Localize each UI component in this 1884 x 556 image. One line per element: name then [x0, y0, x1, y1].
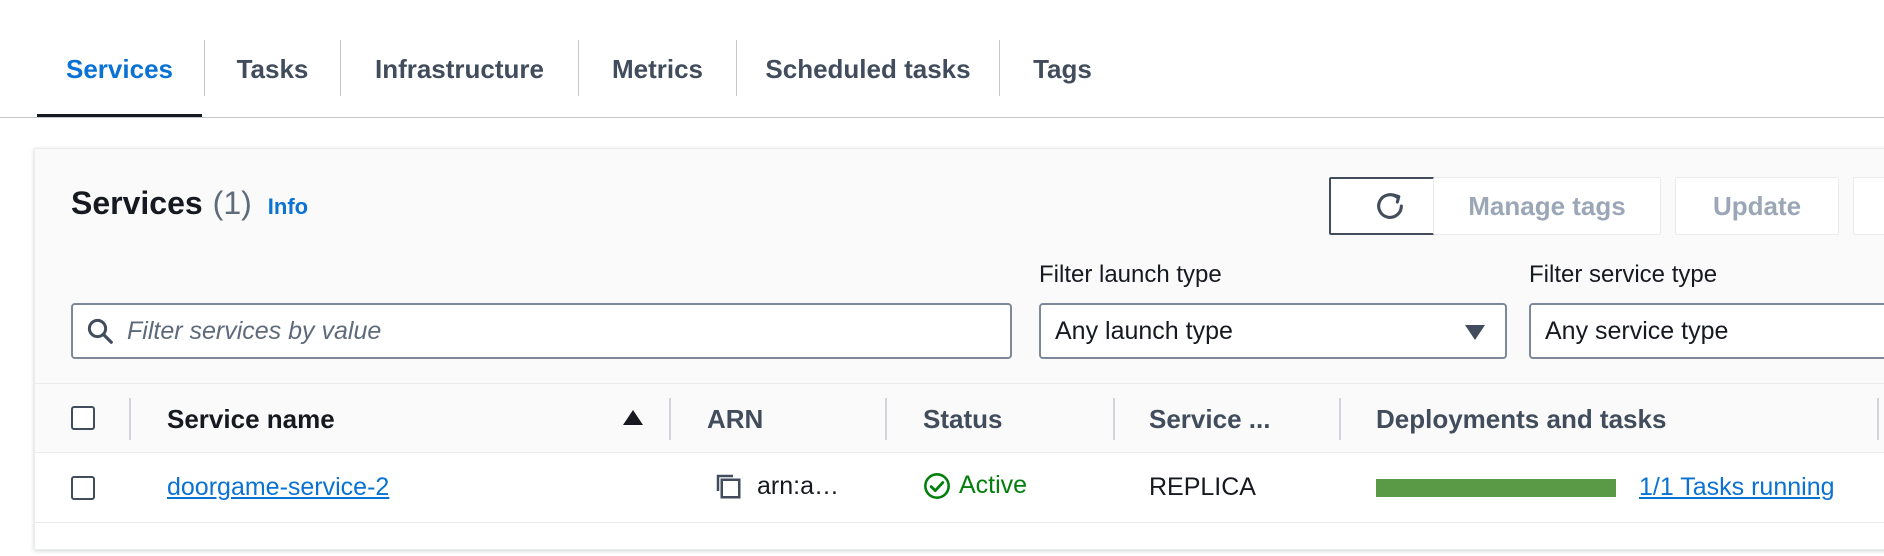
launch-type-selected: Any launch type: [1055, 316, 1233, 345]
service-type-value: REPLICA: [1149, 473, 1256, 501]
filter-launch-type-label: Filter launch type: [1039, 261, 1222, 288]
launch-type-select[interactable]: Any launch type: [1039, 303, 1507, 359]
tab-infrastructure[interactable]: Infrastructure: [341, 40, 578, 98]
manage-tags-button[interactable]: Manage tags: [1433, 177, 1661, 235]
filter-service-type-label: Filter service type: [1529, 261, 1718, 288]
column-header-service-name[interactable]: Service name: [167, 404, 335, 435]
more-actions-button[interactable]: [1853, 177, 1884, 235]
service-type-selected: Any service type: [1545, 316, 1729, 345]
active-tab-indicator: [37, 114, 202, 117]
tab-scheduled-tasks[interactable]: Scheduled tasks: [737, 40, 999, 98]
info-link[interactable]: Info: [268, 194, 308, 220]
column-divider[interactable]: [1113, 398, 1115, 440]
tab-bar: Services Tasks Infrastructure Metrics Sc…: [0, 0, 1884, 118]
status-cell: Active: [923, 471, 1027, 500]
column-header-status[interactable]: Status: [923, 404, 1002, 435]
column-divider: [129, 398, 131, 440]
search-field[interactable]: [71, 303, 1012, 359]
table-row: doorgame-service-2 arn:a… Active REPLICA…: [35, 453, 1884, 523]
dropdown-caret-icon: [1465, 325, 1485, 340]
column-divider[interactable]: [1339, 398, 1341, 440]
sort-ascending-icon[interactable]: [623, 410, 643, 425]
panel-title-text: Services: [71, 185, 203, 221]
service-type-select[interactable]: Any service type: [1529, 303, 1884, 359]
search-icon: [87, 318, 113, 344]
services-panel: Services (1) Info Manage tags Update Fil…: [34, 148, 1884, 550]
column-divider[interactable]: [885, 398, 887, 440]
status-text: Active: [959, 471, 1028, 499]
tasks-progress-bar: [1376, 479, 1616, 497]
tasks-progress-fill: [1376, 479, 1616, 497]
tab-services[interactable]: Services: [37, 40, 202, 98]
arn-value: arn:a…: [757, 471, 839, 500]
column-header-deployments[interactable]: Deployments and tasks: [1376, 404, 1666, 435]
column-divider[interactable]: [669, 398, 671, 440]
service-name-link[interactable]: doorgame-service-2: [167, 473, 389, 502]
select-all-checkbox[interactable]: [71, 406, 95, 430]
arn-cell: arn:a…: [713, 471, 839, 501]
status-success-icon: [924, 472, 950, 499]
panel-count: (1): [212, 185, 252, 221]
column-header-service-type[interactable]: Service ...: [1149, 404, 1270, 435]
tab-tasks[interactable]: Tasks: [205, 40, 340, 98]
panel-title: Services (1) Info: [71, 185, 308, 222]
tab-metrics[interactable]: Metrics: [579, 40, 736, 98]
copy-icon[interactable]: [713, 471, 743, 501]
row-checkbox[interactable]: [71, 476, 95, 500]
column-divider[interactable]: [1877, 398, 1879, 440]
update-button[interactable]: Update: [1675, 177, 1839, 235]
panel-header: Services (1) Info Manage tags Update Fil…: [35, 149, 1884, 383]
refresh-icon: [1377, 193, 1403, 219]
tab-tags[interactable]: Tags: [1000, 40, 1125, 98]
tasks-running-link[interactable]: 1/1 Tasks running: [1639, 473, 1835, 502]
search-input[interactable]: [127, 305, 1010, 357]
column-header-arn[interactable]: ARN: [707, 404, 763, 435]
table-header: Service name ARN Status Service ... Depl…: [35, 383, 1884, 453]
